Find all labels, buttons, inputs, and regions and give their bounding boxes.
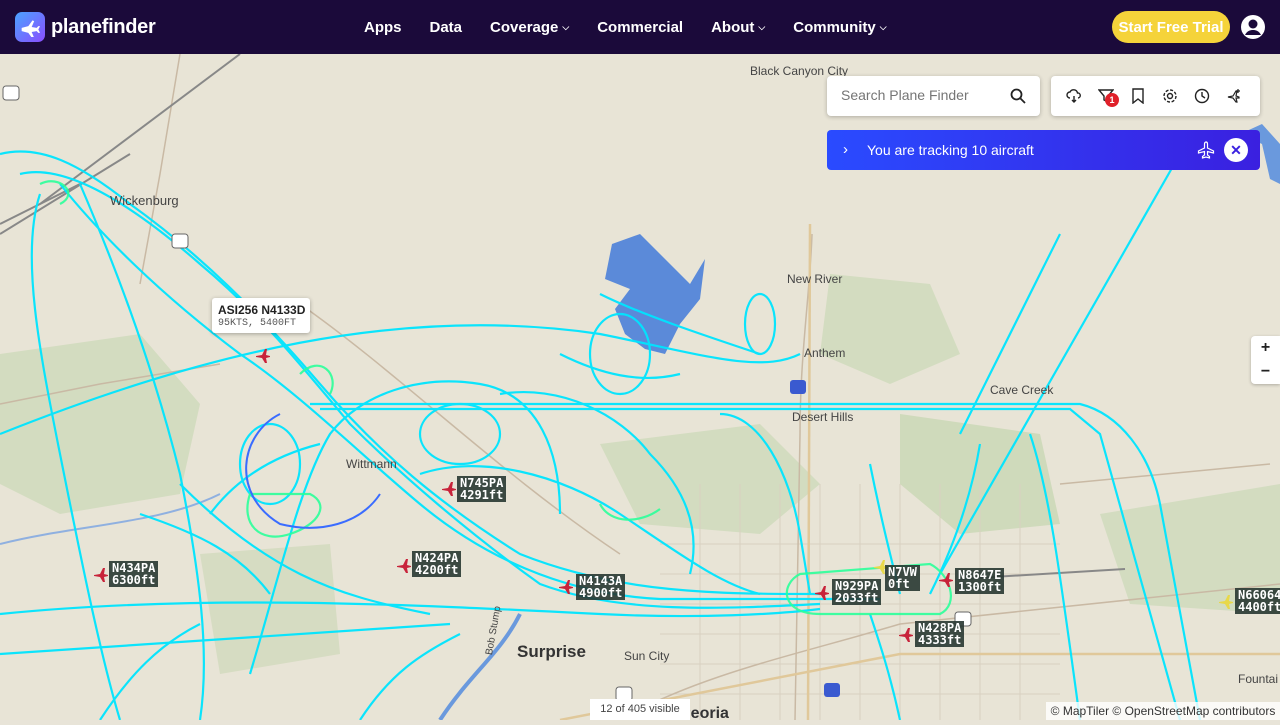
tracking-banner[interactable]: › You are tracking 10 aircraft ✕: [827, 130, 1260, 170]
chevron-down-icon: ⌵: [758, 21, 766, 32]
map-label-cave-creek: Cave Creek: [990, 383, 1054, 397]
settings-icon[interactable]: [1162, 88, 1178, 104]
main-menu: Apps Data Coverage ⌵ Commercial About ⌵ Co…: [350, 0, 901, 54]
aircraft-label-n428pa[interactable]: N428PA 4333ft: [915, 621, 965, 647]
aircraft-altitude: 4291ft: [460, 488, 504, 502]
search-input[interactable]: [841, 87, 1001, 103]
map-label-sun-city: Sun City: [624, 649, 670, 663]
map-label-anthem: Anthem: [804, 346, 846, 360]
aircraft-label-n7vw[interactable]: N7VW 0ft: [885, 565, 920, 591]
zoom-control: + −: [1251, 336, 1280, 384]
aircraft-marker-n66064[interactable]: [1217, 593, 1235, 611]
aircraft-label-n66064[interactable]: N66064 4400ft: [1235, 588, 1280, 614]
plane-add-icon[interactable]: [1226, 88, 1242, 104]
tracking-text: You are tracking 10 aircraft: [867, 142, 1034, 158]
map-label-new-river: New River: [787, 272, 843, 286]
weather-icon[interactable]: [1066, 88, 1082, 104]
aircraft-label-n4143a[interactable]: N4143A 4900ft: [576, 574, 626, 600]
aircraft-altitude: 4333ft: [918, 633, 962, 647]
nav-commercial-label: Commercial: [597, 18, 684, 36]
nav-apps[interactable]: Apps: [350, 0, 416, 54]
zoom-out-button[interactable]: −: [1251, 360, 1280, 384]
aircraft-altitude: 1300ft: [958, 580, 1002, 594]
plane-logo-icon: [15, 12, 45, 42]
map-label-fountain: Fountai: [1238, 672, 1279, 686]
aircraft-marker-asi256[interactable]: [254, 347, 272, 365]
brand-logo[interactable]: planefinder: [15, 12, 156, 42]
close-icon[interactable]: ✕: [1224, 138, 1248, 162]
map-label-desert-hills: Desert Hills: [792, 410, 854, 424]
map-label-wickenburg: Wickenburg: [110, 193, 179, 208]
aircraft-label-n434pa[interactable]: N434PA 6300ft: [109, 561, 159, 587]
nav-data-label: Data: [429, 18, 463, 36]
start-free-trial-button[interactable]: Start Free Trial: [1112, 11, 1230, 43]
popup-title: ASI256 N4133D: [218, 303, 306, 317]
aircraft-marker-n929pa[interactable]: [813, 584, 831, 602]
nav-about-label: About: [711, 18, 755, 36]
search-icon[interactable]: [1010, 88, 1026, 109]
aircraft-marker-n428pa[interactable]: [897, 626, 915, 644]
nav-coverage[interactable]: Coverage ⌵: [476, 0, 583, 54]
aircraft-marker-n424pa[interactable]: [395, 557, 413, 575]
chevron-right-icon[interactable]: ›: [843, 141, 848, 158]
aircraft-marker-n8647e[interactable]: [937, 571, 955, 589]
aircraft-altitude: 2033ft: [835, 591, 879, 605]
aircraft-altitude: 6300ft: [112, 573, 156, 587]
nav-community[interactable]: Community ⌵: [779, 0, 900, 54]
nav-apps-label: Apps: [364, 18, 402, 36]
map-label-surprise: Surprise: [517, 642, 586, 661]
plane-icon: [1197, 141, 1215, 164]
nav-data[interactable]: Data: [416, 0, 477, 54]
map-toolbar: [1051, 76, 1260, 116]
aircraft-marker-n745pa[interactable]: [440, 480, 458, 498]
account-icon[interactable]: [1240, 14, 1266, 40]
search-box[interactable]: [827, 76, 1040, 116]
map-label-wittmann: Wittmann: [346, 457, 397, 471]
history-icon[interactable]: [1194, 88, 1210, 104]
aircraft-altitude: 0ft: [888, 577, 910, 591]
nav-coverage-label: Coverage: [490, 18, 559, 36]
aircraft-marker-n434pa[interactable]: [92, 566, 110, 584]
visible-aircraft-count: 12 of 405 visible: [590, 699, 690, 720]
aircraft-altitude: 4400ft: [1238, 600, 1280, 614]
aircraft-marker-n4143a[interactable]: [557, 578, 575, 596]
map-attribution[interactable]: © MapTiler © OpenStreetMap contributors: [1046, 702, 1280, 720]
aircraft-popup[interactable]: ASI256 N4133D 95KTS, 5400FT: [212, 298, 310, 333]
aircraft-label-n745pa[interactable]: N745PA 4291ft: [457, 476, 507, 502]
aircraft-altitude: 4200ft: [415, 563, 459, 577]
zoom-in-button[interactable]: +: [1251, 336, 1280, 360]
chevron-down-icon: ⌵: [879, 21, 887, 32]
top-navigation-bar: planefinder Apps Data Coverage ⌵ Commerci…: [0, 0, 1280, 54]
nav-commercial[interactable]: Commercial: [583, 0, 697, 54]
nav-about[interactable]: About ⌵: [697, 0, 779, 54]
aircraft-label-n8647e[interactable]: N8647E 1300ft: [955, 568, 1005, 594]
aircraft-label-n929pa[interactable]: N929PA 2033ft: [832, 579, 882, 605]
filter-count-badge: 1: [1105, 93, 1119, 107]
chevron-down-icon: ⌵: [562, 21, 570, 32]
aircraft-altitude: 4900ft: [579, 586, 623, 600]
nav-community-label: Community: [793, 18, 876, 36]
aircraft-label-n424pa[interactable]: N424PA 4200ft: [412, 551, 462, 577]
bookmark-icon[interactable]: [1130, 88, 1146, 105]
brand-name: planefinder: [51, 15, 156, 38]
popup-subtitle: 95KTS, 5400FT: [218, 318, 297, 329]
